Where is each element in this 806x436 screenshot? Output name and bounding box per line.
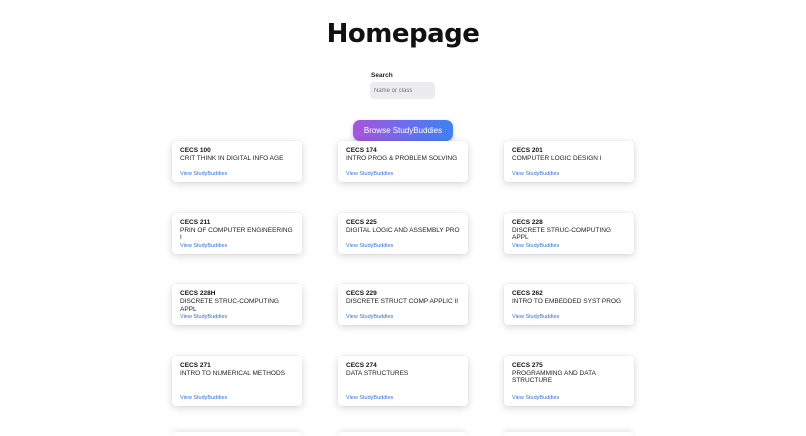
view-studybuddies-link[interactable]: View StudyBuddies bbox=[180, 395, 227, 401]
view-studybuddies-link[interactable]: View StudyBuddies bbox=[512, 171, 559, 177]
course-code: CECS 274 bbox=[346, 361, 377, 369]
course-name: COMPUTER LOGIC DESIGN I bbox=[512, 155, 602, 162]
course-card-partial bbox=[503, 432, 634, 436]
course-card: CECS 262 INTRO TO EMBEDDED SYST PROG Vie… bbox=[504, 284, 634, 325]
view-studybuddies-link[interactable]: View StudyBuddies bbox=[346, 171, 393, 177]
course-code: CECS 211 bbox=[180, 218, 211, 226]
course-card-partial bbox=[337, 432, 468, 436]
next-row-cards-partial bbox=[172, 432, 634, 436]
course-card: CECS 275 PROGRAMMING AND DATA STRUCTURE … bbox=[504, 355, 634, 406]
course-code: CECS 262 bbox=[512, 290, 543, 297]
course-name: DISCRETE STRUC-COMPUTING APPL bbox=[180, 298, 279, 313]
view-studybuddies-link[interactable]: View StudyBuddies bbox=[512, 395, 559, 401]
course-card: CECS 229 DISCRETE STRUCT COMP APPLIC II … bbox=[338, 284, 468, 325]
browse-studybuddies-button[interactable]: Browse StudyBuddies bbox=[353, 120, 453, 141]
course-name: INTRO TO EMBEDDED SYST PROG bbox=[512, 298, 622, 305]
course-name: CRIT THINK IN DIGITAL INFO AGE bbox=[180, 155, 284, 162]
course-code: CECS 228 bbox=[512, 218, 543, 226]
course-grid: CECS 100 CRIT THINK IN DIGITAL INFO AGE … bbox=[172, 141, 634, 406]
course-name: INTRO PROG & PROBLEM SOLVING bbox=[346, 155, 458, 162]
view-studybuddies-link[interactable]: View StudyBuddies bbox=[346, 395, 393, 401]
search-input[interactable] bbox=[370, 82, 435, 99]
view-studybuddies-link[interactable]: View StudyBuddies bbox=[180, 314, 227, 320]
course-code: CECS 271 bbox=[180, 361, 211, 369]
page-title: Homepage bbox=[326, 19, 480, 49]
course-code: CECS 275 bbox=[512, 361, 543, 369]
course-card: CECS 274 DATA STRUCTURES View StudyBuddi… bbox=[338, 355, 468, 406]
course-code: CECS 201 bbox=[512, 147, 543, 154]
course-card: CECS 271 INTRO TO NUMERICAL METHODS View… bbox=[172, 355, 302, 406]
course-card: CECS 225 DIGITAL LOGIC AND ASSEMBLY PRO … bbox=[338, 212, 468, 254]
course-card-partial bbox=[172, 432, 302, 436]
course-name: INTRO TO NUMERICAL METHODS bbox=[180, 369, 285, 377]
course-name: DISCRETE STRUCT COMP APPLIC II bbox=[346, 298, 459, 305]
view-studybuddies-link[interactable]: View StudyBuddies bbox=[346, 314, 393, 320]
course-name: DATA STRUCTURES bbox=[346, 369, 409, 377]
course-code: CECS 100 bbox=[180, 147, 211, 154]
view-studybuddies-link[interactable]: View StudyBuddies bbox=[180, 171, 227, 177]
view-studybuddies-link[interactable]: View StudyBuddies bbox=[346, 243, 393, 249]
course-name: PROGRAMMING AND DATA STRUCTURE bbox=[512, 369, 596, 385]
course-card: CECS 100 CRIT THINK IN DIGITAL INFO AGE … bbox=[172, 141, 302, 182]
course-card: CECS 201 COMPUTER LOGIC DESIGN I View St… bbox=[504, 141, 634, 182]
course-card: CECS 228H DISCRETE STRUC-COMPUTING APPL … bbox=[172, 284, 302, 325]
course-name: PRIN OF COMPUTER ENGINEERING I bbox=[180, 226, 293, 242]
search-label: Search bbox=[371, 72, 393, 79]
course-code: CECS 229 bbox=[346, 290, 377, 297]
course-code: CECS 228H bbox=[180, 290, 216, 297]
course-code: CECS 225 bbox=[346, 218, 377, 226]
view-studybuddies-link[interactable]: View StudyBuddies bbox=[180, 243, 227, 249]
course-name: DISCRETE STRUC-COMPUTING APPL bbox=[512, 226, 611, 242]
view-studybuddies-link[interactable]: View StudyBuddies bbox=[512, 243, 559, 249]
course-code: CECS 174 bbox=[346, 147, 377, 154]
course-name: DIGITAL LOGIC AND ASSEMBLY PRO bbox=[346, 226, 460, 234]
course-card: CECS 211 PRIN OF COMPUTER ENGINEERING I … bbox=[172, 212, 302, 254]
course-card: CECS 228 DISCRETE STRUC-COMPUTING APPL V… bbox=[504, 212, 634, 254]
course-card: CECS 174 INTRO PROG & PROBLEM SOLVING Vi… bbox=[338, 141, 468, 182]
view-studybuddies-link[interactable]: View StudyBuddies bbox=[512, 314, 559, 320]
